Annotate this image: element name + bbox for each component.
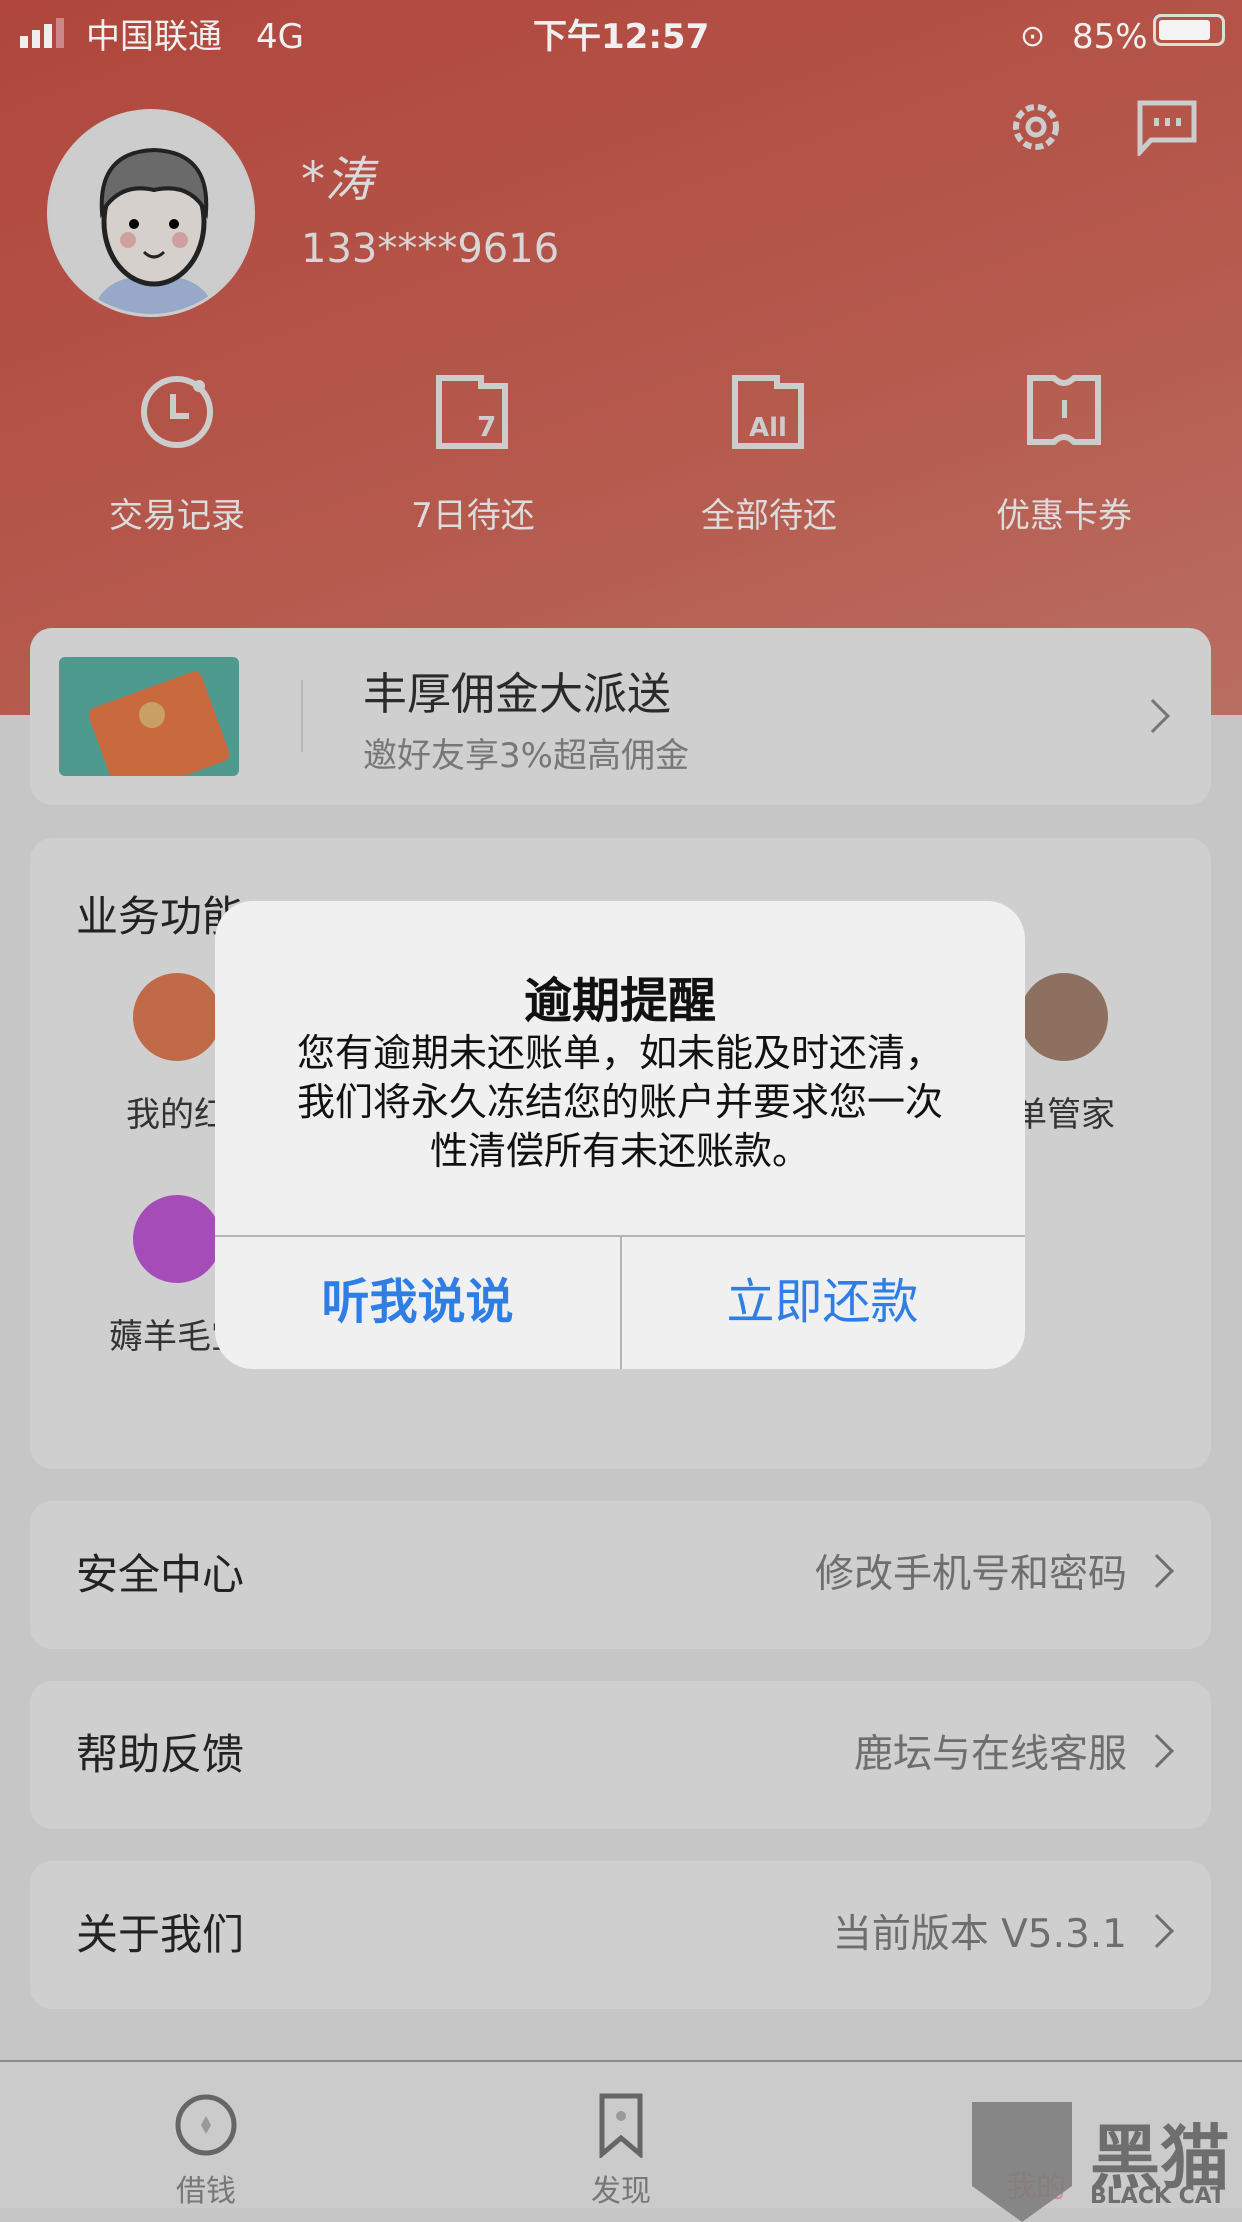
clock: 下午12:57 (533, 17, 710, 57)
row-label: 关于我们 (76, 1910, 245, 1959)
referral-banner[interactable]: 丰厚佣金大派送 邀好友享3%超高佣金 (30, 628, 1211, 805)
watermark-subtext: BLACK CAT (1090, 2184, 1226, 2209)
coin-icon (175, 2094, 237, 2156)
banner-title: 丰厚佣金大派送 (363, 669, 671, 720)
calendar-all-icon: All (732, 375, 804, 449)
gear-icon[interactable] (1006, 97, 1066, 161)
dialog-message: 您有逾期未还账单，如未能及时还清， 我们将永久冻结您的账户并要求您一次 性清偿所有未… (215, 1029, 1025, 1176)
banner-subtitle: 邀好友享3%超高佣金 (363, 736, 689, 776)
quick-action-all[interactable]: All 全部待还 (649, 370, 889, 537)
row-about-us[interactable]: 关于我们 当前版本 V5.3.1 (30, 1861, 1211, 2009)
bill-icon (1020, 973, 1108, 1061)
user-name: *涛 (301, 152, 374, 208)
row-label: 帮助反馈 (76, 1730, 245, 1779)
red-packet-icon (133, 973, 221, 1061)
user-phone: 133****9616 (301, 226, 560, 272)
bookmark-icon (599, 2093, 643, 2160)
row-help-feedback[interactable]: 帮助反馈 鹿坛与在线客服 (30, 1681, 1211, 1829)
network-type: 4G (256, 17, 304, 57)
quick-action-7day[interactable]: 7 7日待还 (353, 370, 593, 537)
tab-bar: 借钱 发现 我的 黑猫 BLACK CAT (0, 2060, 1242, 2222)
svg-text:7: 7 (477, 410, 496, 443)
row-value: 修改手机号和密码 (814, 1552, 1127, 1597)
dialog-line: 我们将永久冻结您的账户并要求您一次 (296, 1080, 943, 1124)
chevron-right-icon (1140, 1734, 1174, 1768)
dialog-line: 您有逾期未还账单，如未能及时还清， (296, 1031, 943, 1075)
dialog-line: 性清偿所有未还账款。 (429, 1129, 810, 1173)
ticket-icon (1027, 375, 1101, 445)
chevron-right-icon (1140, 1914, 1174, 1948)
tab-discover[interactable]: 发现 (541, 2092, 701, 2210)
tab-label: 发现 (591, 2174, 651, 2209)
clock-icon (141, 376, 213, 448)
avatar[interactable] (47, 109, 255, 317)
divider (301, 680, 303, 752)
rotation-lock-icon: ⊙ (1020, 19, 1046, 54)
battery-icon (1153, 14, 1225, 46)
quick-action-coupons[interactable]: 优惠卡券 (944, 370, 1184, 537)
chevron-right-icon (1140, 1554, 1174, 1588)
tab-borrow[interactable]: 借钱 (126, 2092, 286, 2210)
dialog-title: 逾期提醒 (523, 973, 716, 1029)
calendar-7-icon: 7 (436, 375, 508, 449)
quick-action-label: 全部待还 (701, 496, 837, 536)
repay-now-button[interactable]: 立即还款 (620, 1236, 1025, 1369)
tab-label: 借钱 (176, 2174, 236, 2209)
battery-percent: 85% (1072, 17, 1148, 57)
overdue-alert-dialog: 逾期提醒 您有逾期未还账单，如未能及时还清， 我们将永久冻结您的账户并要求您一次性… (215, 901, 1025, 1369)
cancel-button[interactable]: 听我说说 (215, 1236, 620, 1369)
row-security-center[interactable]: 安全中心 修改手机号和密码 (30, 1501, 1211, 1649)
quick-action-label: 7日待还 (411, 496, 535, 536)
chevron-right-icon (1136, 699, 1170, 733)
row-value: 当前版本 V5.3.1 (832, 1912, 1127, 1957)
row-value: 鹿坛与在线客服 (853, 1732, 1127, 1777)
carrier: 中国联通 (86, 17, 222, 57)
svg-text:All: All (749, 413, 787, 443)
diamond-icon (133, 1195, 221, 1283)
signal-icon (20, 12, 72, 62)
message-icon[interactable] (1137, 100, 1197, 160)
quick-action-label: 交易记录 (109, 496, 245, 536)
quick-action-transactions[interactable]: 交易记录 (57, 370, 297, 537)
quick-action-label: 优惠卡券 (996, 496, 1132, 536)
red-envelope-image (59, 657, 239, 776)
row-label: 安全中心 (76, 1550, 245, 1599)
